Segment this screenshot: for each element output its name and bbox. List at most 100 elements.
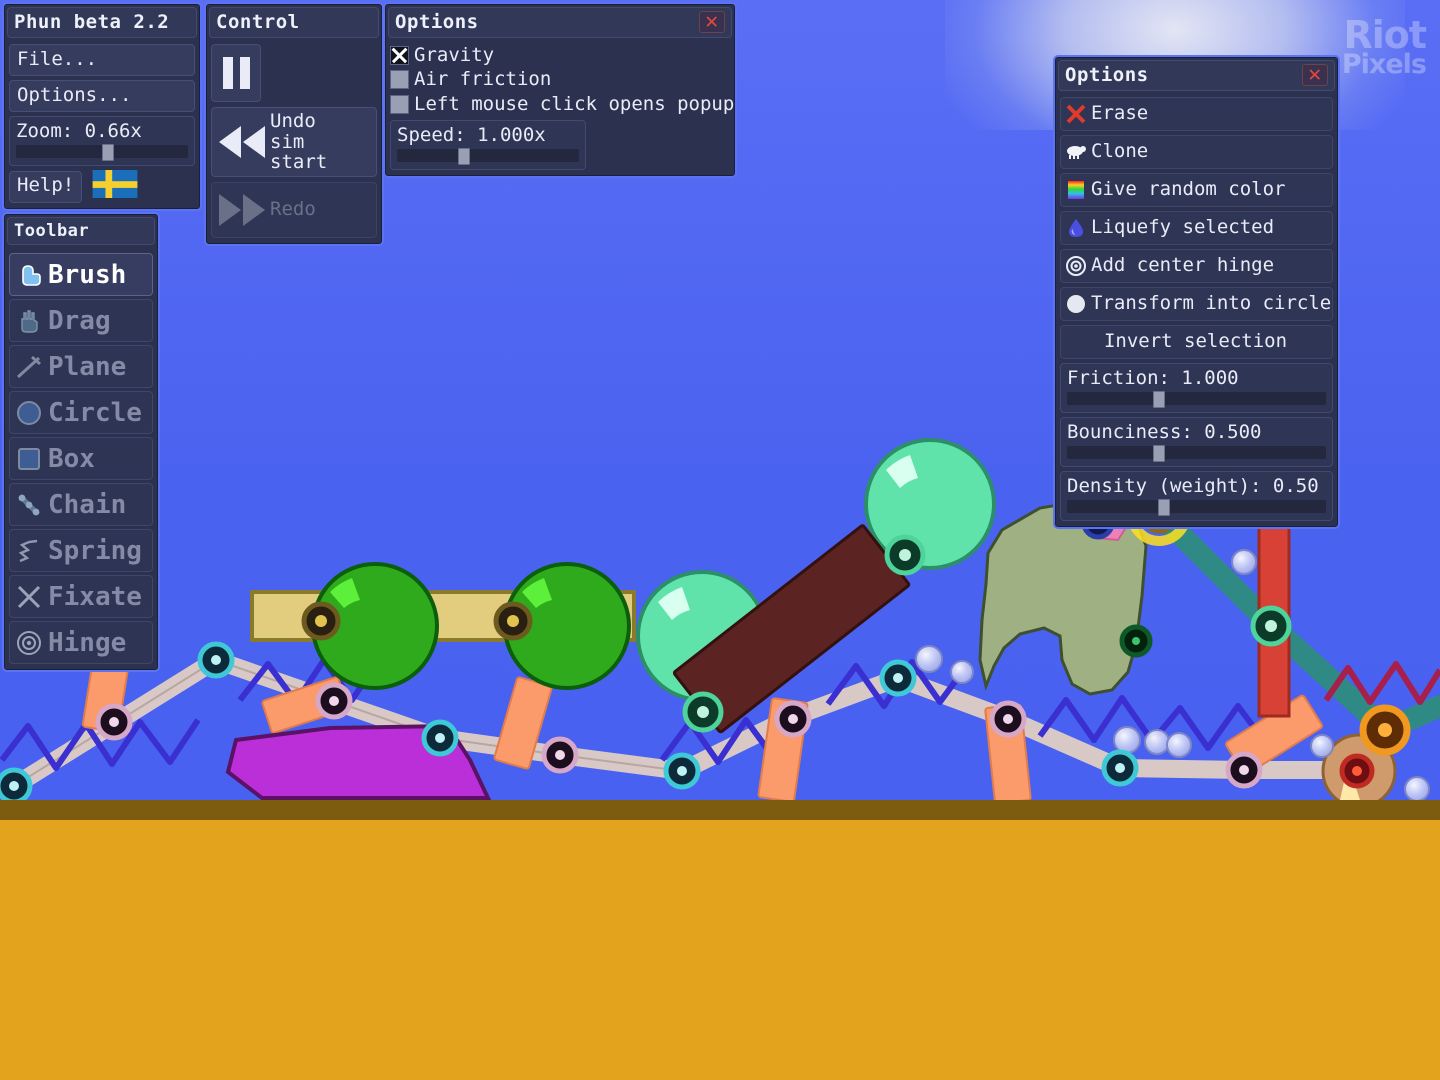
rainbow-icon (1065, 179, 1087, 201)
left-mouse-popup-label: Left mouse click opens popup (414, 92, 735, 115)
pause-button[interactable] (211, 44, 261, 102)
tool-box[interactable]: Box (9, 437, 153, 480)
main-panel: Phun beta 2.2 File... Options... Zoom: 0… (2, 2, 202, 211)
undo-button[interactable]: Undo sim start (211, 107, 377, 177)
options-right-title: Options ✕ (1058, 60, 1335, 91)
control-title-label: Control (216, 11, 300, 33)
tool-drag[interactable]: Drag (9, 299, 153, 342)
toolbar-panel: Toolbar Brush Drag Plane Circle Box Chai… (2, 212, 160, 672)
bounciness-slider[interactable]: Bounciness: 0.500 (1060, 417, 1333, 467)
phun-app-window: Riot Pixels Phun beta 2.2 File... Option… (0, 0, 1440, 1080)
transform-into-circle-button[interactable]: Transform into circle (1060, 287, 1333, 321)
checkbox-row-left-mouse-popup[interactable]: Left mouse click opens popup (390, 93, 734, 115)
toolbar-title-label: Toolbar (14, 220, 90, 241)
hand-icon (14, 306, 44, 336)
fixate-icon (14, 582, 44, 612)
invert-selection-button[interactable]: Invert selection (1060, 325, 1333, 359)
tool-fixate[interactable]: Fixate (9, 575, 153, 618)
chain-icon (14, 490, 44, 520)
add-center-hinge-label: Add center hinge (1091, 253, 1275, 276)
speed-slider-knob[interactable] (457, 148, 470, 166)
close-icon[interactable]: ✕ (1302, 64, 1328, 86)
speed-slider-track[interactable] (397, 148, 579, 166)
air-friction-label: Air friction (414, 68, 552, 91)
control-panel-title: Control (209, 7, 379, 38)
give-random-color-label: Give random color (1091, 177, 1286, 200)
erase-button[interactable]: Erase (1060, 97, 1333, 131)
zoom-slider-track[interactable] (16, 144, 188, 161)
fast-forward-icon (217, 190, 267, 230)
tool-brush[interactable]: Brush (9, 253, 153, 296)
add-center-hinge-button[interactable]: Add center hinge (1060, 249, 1333, 283)
density-slider-track[interactable] (1067, 499, 1326, 516)
gravity-label: Gravity (414, 44, 495, 66)
ground-edge (0, 800, 1440, 822)
invert-selection-label: Invert selection (1103, 329, 1288, 352)
options-top-title: Options ✕ (388, 7, 732, 38)
options-top-panel: Options ✕ Gravity Air friction Left mous… (383, 2, 737, 179)
toolbar-title: Toolbar (7, 217, 155, 245)
tool-circle[interactable]: Circle (9, 391, 153, 434)
swedish-flag-icon[interactable] (88, 170, 142, 203)
hinge-icon (14, 628, 44, 658)
tool-circle-label: Circle (48, 397, 142, 428)
density-slider-knob[interactable] (1157, 499, 1170, 516)
transform-into-circle-label: Transform into circle (1091, 291, 1332, 314)
density-slider-label: Density (weight): 0.50 (1067, 475, 1319, 497)
circle-icon (14, 398, 44, 428)
redo-button-label: Redo (270, 198, 316, 221)
speed-slider-label: Speed: 1.000x (397, 124, 546, 147)
scene-circle-mint-1[interactable] (864, 438, 996, 570)
clone-button[interactable]: Clone (1060, 135, 1333, 169)
rewind-icon (217, 122, 267, 162)
air-friction-checkbox[interactable] (390, 70, 409, 90)
tool-plane-label: Plane (48, 351, 127, 382)
options-button-label: Options... (17, 83, 132, 106)
brush-icon (14, 260, 44, 290)
redo-button[interactable]: Redo (211, 181, 377, 238)
ground (0, 820, 1440, 1080)
close-icon[interactable]: ✕ (699, 11, 725, 33)
tool-box-label: Box (48, 443, 95, 474)
tool-spring[interactable]: Spring (9, 529, 153, 572)
zoom-slider-knob[interactable] (102, 144, 115, 161)
main-panel-title: Phun beta 2.2 (7, 7, 197, 38)
liquefy-selected-button[interactable]: Liquefy selected (1060, 211, 1333, 245)
undo-button-label: Undo sim start (270, 110, 328, 174)
friction-slider-track[interactable] (1067, 391, 1326, 408)
bounciness-slider-label: Bounciness: 0.500 (1067, 421, 1262, 443)
plane-icon (14, 352, 44, 382)
pause-icon (222, 57, 250, 89)
density-slider[interactable]: Density (weight): 0.50 (1060, 471, 1333, 521)
checkbox-row-air-friction[interactable]: Air friction (390, 68, 730, 90)
sheep-icon (1065, 141, 1087, 163)
box-icon (14, 444, 44, 474)
friction-slider[interactable]: Friction: 1.000 (1060, 363, 1333, 413)
tool-hinge[interactable]: Hinge (9, 621, 153, 664)
give-random-color-button[interactable]: Give random color (1060, 173, 1333, 207)
file-button-label: File... (17, 47, 98, 70)
help-button[interactable]: Help! (9, 170, 83, 203)
tool-plane[interactable]: Plane (9, 345, 153, 388)
clone-label: Clone (1091, 139, 1149, 162)
speed-slider[interactable]: Speed: 1.000x (390, 120, 586, 171)
hinge-target-icon (1065, 255, 1087, 277)
app-title: Phun beta 2.2 (14, 11, 170, 33)
friction-slider-label: Friction: 1.000 (1067, 367, 1239, 389)
gravity-checkbox[interactable] (390, 45, 409, 65)
file-button[interactable]: File... (9, 44, 195, 76)
bounciness-slider-knob[interactable] (1152, 445, 1165, 462)
zoom-slider[interactable]: Zoom: 0.66x (9, 116, 195, 166)
options-top-title-label: Options (395, 11, 479, 33)
options-button[interactable]: Options... (9, 80, 195, 112)
white-circle-icon (1065, 293, 1087, 315)
water-drop-icon (1065, 217, 1087, 239)
tool-drag-label: Drag (48, 305, 111, 336)
friction-slider-knob[interactable] (1152, 391, 1165, 408)
tool-chain[interactable]: Chain (9, 483, 153, 526)
left-mouse-popup-checkbox[interactable] (390, 94, 409, 114)
tool-hinge-label: Hinge (48, 627, 127, 658)
checkbox-row-gravity[interactable]: Gravity (390, 44, 730, 66)
bounciness-slider-track[interactable] (1067, 445, 1326, 462)
zoom-slider-label: Zoom: 0.66x (16, 120, 142, 142)
